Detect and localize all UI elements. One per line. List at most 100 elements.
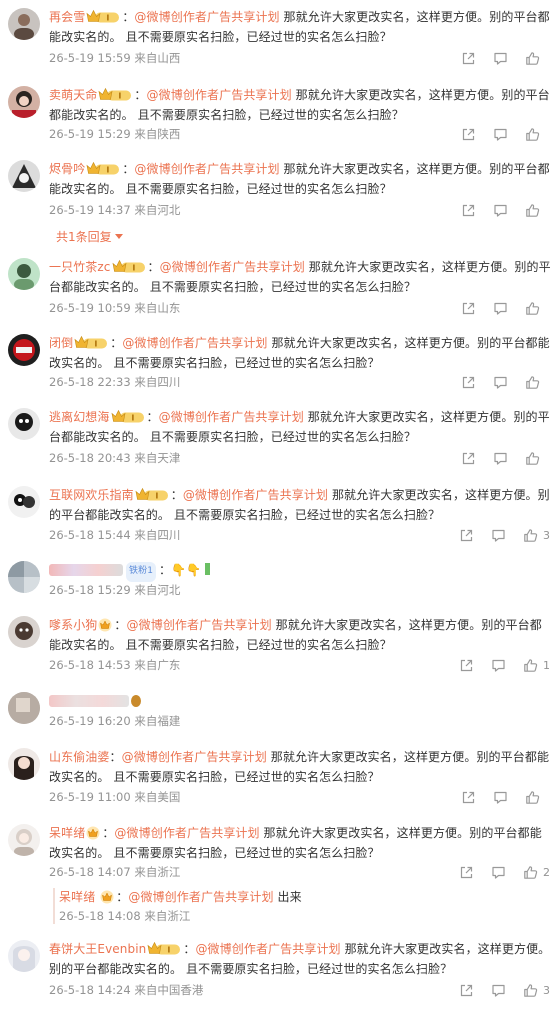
avatar[interactable]	[8, 940, 40, 972]
username-link[interactable]: 山东偷油婆	[49, 750, 110, 764]
mention-link[interactable]: @微博创作者广告共享计划	[195, 942, 340, 956]
share-icon[interactable]	[461, 375, 476, 390]
mention-link[interactable]: @微博创作者广告共享计划	[122, 750, 267, 764]
comment-icon[interactable]	[493, 127, 508, 142]
avatar[interactable]	[8, 86, 40, 118]
comment-text: 嗲系小狗 ：@微博创作者广告共享计划 那就允许大家更改实名，这样更方便。别的平台都…	[49, 618, 542, 652]
more-replies-label: 共1条回复	[56, 230, 112, 244]
comment-icon[interactable]	[493, 301, 508, 316]
mention-link[interactable]: @微博创作者广告共享计划	[127, 618, 272, 632]
like-icon[interactable]	[525, 301, 540, 316]
avatar[interactable]	[8, 8, 40, 40]
comment-meta: 26-5-19 14:37 来自河北	[49, 203, 181, 217]
comment-actions: 3	[442, 981, 550, 999]
username-link[interactable]: 春饼大王Evenbin	[49, 942, 146, 956]
chevron-down-icon	[114, 234, 123, 239]
comment-icon[interactable]	[493, 375, 508, 390]
vip-crown-badge	[147, 941, 181, 956]
username-link[interactable]: 再会雪	[49, 10, 85, 24]
reply-item: 呆咩绪 ：@微博创作者广告共享计划 出来 26-5-18 14:08 来自浙江	[53, 888, 550, 924]
comment-actions	[444, 788, 550, 806]
mention-link[interactable]: @微博创作者广告共享计划	[122, 336, 267, 350]
green-flag-icon	[205, 563, 211, 575]
share-icon[interactable]	[461, 127, 476, 142]
share-icon[interactable]	[461, 51, 476, 66]
comment-text: 呆咩绪 ：@微博创作者广告共享计划 那就允许大家更改实名，这样更方便。别的平台都能…	[49, 826, 542, 860]
comment-icon[interactable]	[493, 451, 508, 466]
share-icon[interactable]	[461, 301, 476, 316]
vip-crown-badge	[86, 161, 120, 176]
share-icon[interactable]	[461, 790, 476, 805]
avatar[interactable]	[8, 334, 40, 366]
mention-link[interactable]: @微博创作者广告共享计划	[128, 890, 273, 904]
like-icon[interactable]	[523, 528, 538, 543]
share-icon[interactable]	[461, 451, 476, 466]
like-icon[interactable]	[525, 127, 540, 142]
mention-link[interactable]: @微博创作者广告共享计划	[159, 410, 304, 424]
comment-icon[interactable]	[491, 658, 506, 673]
gold-crown-badge	[100, 890, 114, 904]
comment-icon[interactable]	[493, 203, 508, 218]
mention-link[interactable]: @微博创作者广告共享计划	[114, 826, 259, 840]
comment-body: 那就允许大家更改实名，这样更方便。别的平台都能改实名的。 且不需要原实名扫脸，已…	[49, 618, 542, 652]
username-link[interactable]: 呆咩绪	[59, 890, 95, 904]
mention-link[interactable]: @微博创作者广告共享计划	[134, 162, 279, 176]
comment-meta: 26-5-18 14:07 来自浙江	[49, 865, 181, 879]
username-link[interactable]: 闭倒	[49, 336, 73, 350]
comment-body: 那就允许大家更改实名，这样更方便。别的平台都能改实名的。 且不需要原实名扫脸，已…	[49, 10, 550, 44]
mention-link[interactable]: @微博创作者广告共享计划	[160, 260, 305, 274]
comment-icon[interactable]	[491, 983, 506, 998]
comment-body: 那就允许大家更改实名，这样更方便。别的平台都能改实名的。 且不需要原实名扫脸，已…	[49, 162, 550, 196]
comment-actions: 3	[442, 526, 550, 544]
comment-meta: 26-5-18 14:24 来自中国香港	[49, 983, 204, 997]
comment-meta: 26-5-18 15:29 来自河北	[49, 583, 181, 597]
comment-actions: 1	[442, 656, 550, 674]
username-redacted[interactable]	[49, 695, 129, 707]
like-icon[interactable]	[525, 51, 540, 66]
like-icon[interactable]	[523, 865, 538, 880]
comment-meta: 26-5-19 11:00 来自美国	[49, 790, 181, 804]
more-replies-link[interactable]: 共1条回复	[56, 228, 123, 245]
avatar[interactable]	[8, 616, 40, 648]
comment-icon[interactable]	[493, 51, 508, 66]
share-icon[interactable]	[461, 203, 476, 218]
like-icon[interactable]	[525, 375, 540, 390]
share-icon[interactable]	[459, 983, 474, 998]
like-icon[interactable]	[523, 983, 538, 998]
share-icon[interactable]	[459, 865, 474, 880]
reply-text: 呆咩绪 ：@微博创作者广告共享计划 出来	[59, 890, 302, 904]
avatar[interactable]	[8, 748, 40, 780]
mention-link[interactable]: @微博创作者广告共享计划	[183, 488, 328, 502]
username-link[interactable]: 一只竹茶zc	[49, 260, 111, 274]
username-link[interactable]: 卖萌天命	[49, 88, 97, 102]
username-link[interactable]: 呆咩绪	[49, 826, 85, 840]
vip-crown-badge	[86, 9, 120, 24]
username-link[interactable]: 嗲系小狗	[49, 618, 97, 632]
avatar[interactable]	[8, 160, 40, 192]
avatar[interactable]	[8, 561, 40, 593]
share-icon[interactable]	[459, 528, 474, 543]
like-icon[interactable]	[525, 790, 540, 805]
mention-link[interactable]: @微博创作者广告共享计划	[134, 10, 279, 24]
username-link[interactable]: 互联网欢乐指南	[49, 488, 134, 502]
avatar[interactable]	[8, 408, 40, 440]
username-redacted[interactable]	[49, 564, 123, 576]
like-icon[interactable]	[525, 451, 540, 466]
comment-meta: 26-5-19 10:59 来自山东	[49, 301, 181, 315]
like-icon[interactable]	[525, 203, 540, 218]
username-link[interactable]: 逃离幻想海	[49, 410, 110, 424]
comment-icon[interactable]	[493, 790, 508, 805]
avatar[interactable]	[8, 258, 40, 290]
comment-icon[interactable]	[491, 865, 506, 880]
comment-text: 逃离幻想海 ：@微博创作者广告共享计划 那就允许大家更改实名，这样更方便。别的平台…	[49, 410, 550, 444]
mention-link[interactable]: @微博创作者广告共享计划	[147, 88, 292, 102]
share-icon[interactable]	[459, 658, 474, 673]
comment-text: 铁粉1 ：👇👇	[49, 561, 552, 582]
avatar[interactable]	[8, 486, 40, 518]
avatar[interactable]	[8, 824, 40, 856]
comment-icon[interactable]	[491, 528, 506, 543]
comment-meta: 26-5-18 22:33 来自四川	[49, 375, 181, 389]
username-link[interactable]: 烬骨吟	[49, 162, 85, 176]
avatar[interactable]	[8, 692, 40, 724]
like-icon[interactable]	[523, 658, 538, 673]
